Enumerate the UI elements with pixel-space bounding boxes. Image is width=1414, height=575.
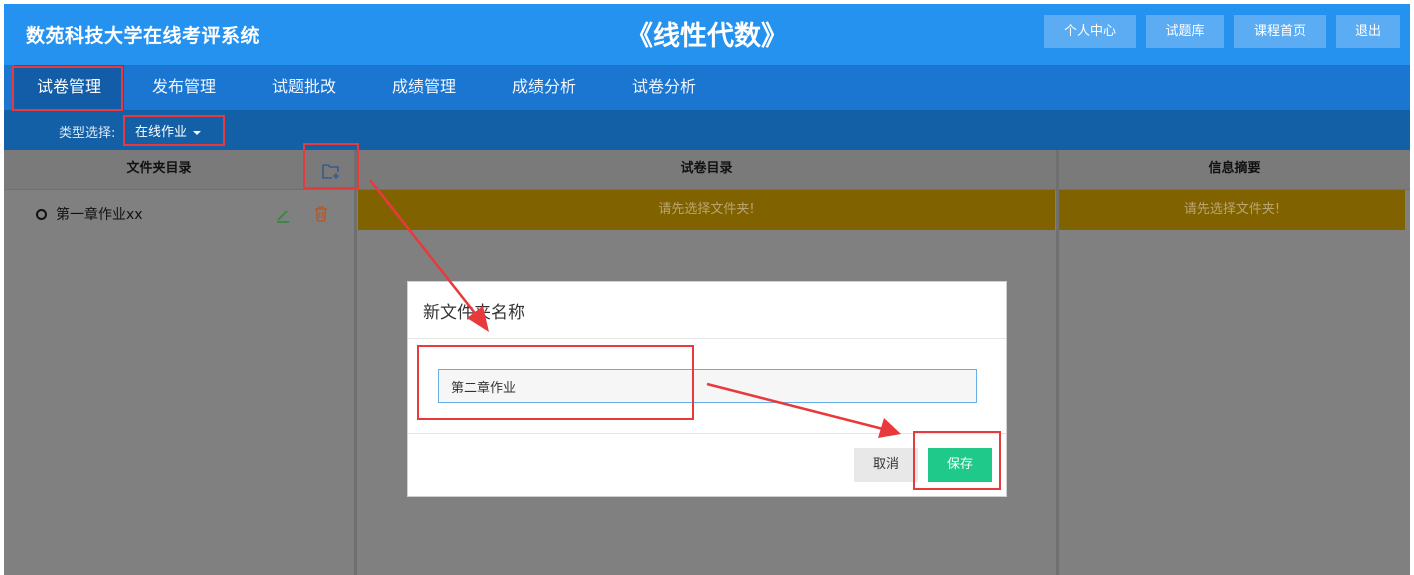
tab-publish-management[interactable]: 发布管理 (129, 65, 239, 110)
type-dropdown[interactable]: 在线作业 (135, 121, 202, 140)
logout-button[interactable]: 退出 (1336, 15, 1400, 48)
folder-name: 第一章作业xx (56, 207, 143, 223)
dialog-divider (408, 338, 1006, 339)
app-frame: 数苑科技大学在线考评系统 《线性代数》 个人中心 试题库 课程首页 退出 试卷管… (4, 4, 1410, 575)
tab-paper-management[interactable]: 试卷管理 (14, 65, 124, 110)
new-folder-dialog: 新文件夹名称 取消 保存 (407, 281, 1007, 497)
summary-warning-banner: 请先选择文件夹! (1059, 190, 1405, 230)
caret-down-icon (193, 130, 202, 135)
edit-folder-button[interactable] (274, 206, 292, 224)
folder-panel-header: 文件夹目录 (4, 150, 354, 190)
tab-grading[interactable]: 试题批改 (249, 65, 359, 110)
paper-warning-banner: 请先选择文件夹! (358, 190, 1055, 230)
main-nav: 试卷管理 发布管理 试题批改 成绩管理 成绩分析 试卷分析 (4, 65, 1410, 110)
summary-panel-header: 信息摘要 (1059, 150, 1410, 190)
dialog-title: 新文件夹名称 (423, 303, 525, 323)
pencil-icon (277, 210, 289, 223)
course-home-button[interactable]: 课程首页 (1234, 15, 1326, 48)
tab-score-analysis[interactable]: 成绩分析 (489, 65, 599, 110)
question-bank-button[interactable]: 试题库 (1146, 15, 1224, 48)
summary-panel: 信息摘要 请先选择文件夹! (1059, 150, 1410, 575)
folder-bullet-icon (36, 209, 47, 220)
dialog-divider (408, 433, 1006, 434)
type-dropdown-value: 在线作业 (135, 125, 188, 140)
folder-list-item[interactable]: 第一章作业xx (36, 204, 143, 224)
paper-panel-header: 试卷目录 (357, 150, 1056, 190)
folder-name-input[interactable] (438, 369, 977, 403)
personal-center-button[interactable]: 个人中心 (1044, 15, 1136, 48)
app-header: 数苑科技大学在线考评系统 《线性代数》 个人中心 试题库 课程首页 退出 (4, 4, 1410, 65)
save-button[interactable]: 保存 (928, 448, 992, 482)
delete-folder-button[interactable] (312, 205, 330, 223)
type-label: 类型选择: (59, 126, 116, 141)
type-filter-bar: 类型选择: 在线作业 (4, 110, 1410, 150)
cancel-button[interactable]: 取消 (854, 448, 918, 482)
tab-paper-analysis[interactable]: 试卷分析 (609, 65, 719, 110)
trash-icon (315, 206, 327, 222)
add-folder-button[interactable] (320, 160, 342, 182)
folder-plus-icon (322, 164, 339, 179)
tab-score-management[interactable]: 成绩管理 (369, 65, 479, 110)
folder-panel-title: 文件夹目录 (126, 161, 192, 176)
folder-panel: 文件夹目录 第一章作业xx (4, 150, 354, 575)
